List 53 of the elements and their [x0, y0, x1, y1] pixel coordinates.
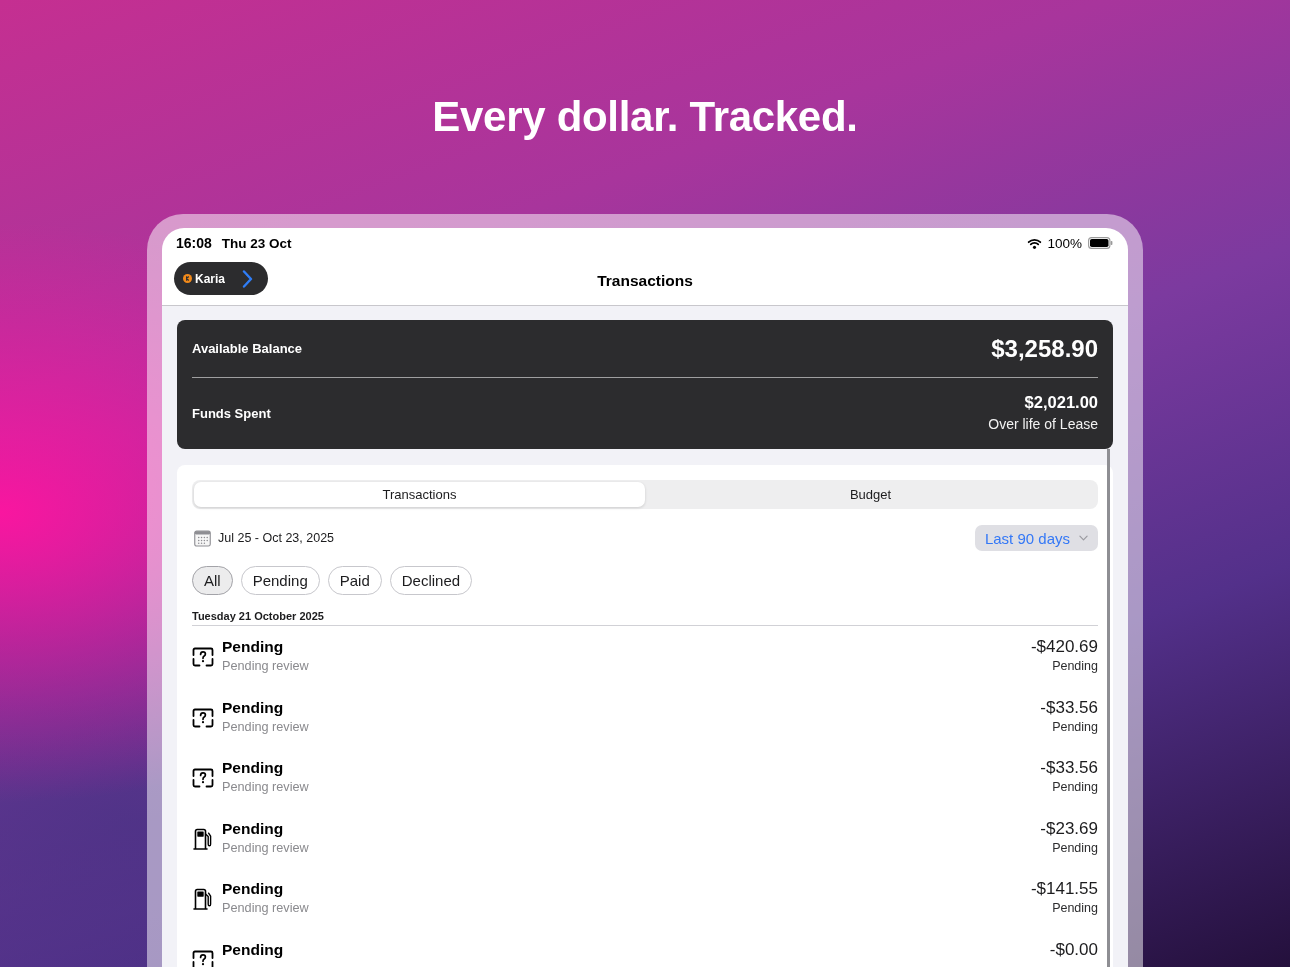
- transaction-title: Pending: [222, 939, 285, 959]
- fuel-pump-icon: [193, 888, 213, 910]
- transaction-status: Pending: [1052, 779, 1098, 796]
- logo-icon: [183, 274, 192, 283]
- battery-percent: 100%: [1047, 235, 1082, 251]
- balance-amount: $3,258.90: [991, 334, 1098, 363]
- question-box-icon: [192, 647, 214, 667]
- filter-chip[interactable]: All: [192, 566, 233, 595]
- status-time: 16:08: [176, 235, 212, 251]
- question-box-icon: [192, 707, 214, 728]
- transaction-amount: -$23.69: [1040, 818, 1098, 838]
- segment-tab[interactable]: Budget: [645, 482, 1096, 507]
- filter-chip[interactable]: Paid: [327, 566, 382, 595]
- transaction-amount: -$141.55: [1030, 879, 1098, 898]
- screen-title: Transactions: [597, 271, 693, 291]
- spent-note: Over life of Lease: [988, 414, 1098, 433]
- balance-label: Available Balance: [192, 341, 303, 356]
- transaction-amount: -$33.56: [1040, 697, 1098, 717]
- transaction-title: Pending: [222, 758, 285, 777]
- transaction-status: Pending: [1052, 839, 1098, 857]
- transaction-status: Pending: [1052, 658, 1098, 675]
- filter-chip[interactable]: Declined: [389, 566, 473, 595]
- headline: Every dollar. Tracked.: [432, 92, 858, 142]
- spent-amount: $2,021.00: [1024, 391, 1098, 412]
- transaction-subtitle: Pending review: [222, 900, 310, 917]
- transaction-subtitle: Pending review: [222, 779, 310, 796]
- account-button[interactable]: Karia: [174, 262, 269, 295]
- transaction-subtitle: Pending review: [222, 718, 310, 736]
- transaction-amount: -$33.56: [1040, 758, 1098, 777]
- question-box-icon: [192, 949, 214, 967]
- spent-label: Funds Spent: [192, 406, 271, 421]
- transaction-subtitle: Pending review: [222, 658, 310, 675]
- fuel-pump-icon: [193, 827, 213, 850]
- transaction-title: Pending: [222, 879, 285, 898]
- question-box-icon: [192, 768, 214, 788]
- wifi-icon: [1027, 237, 1043, 249]
- segment-tab[interactable]: Transactions: [194, 482, 645, 507]
- transaction-subtitle: Pending review: [222, 839, 310, 857]
- calendar-icon: [194, 529, 211, 547]
- transaction-title: Pending: [222, 697, 285, 717]
- status-date: Thu 23 Oct: [221, 235, 292, 251]
- transaction-status: Pending: [1052, 718, 1098, 736]
- transaction-title: Pending: [222, 818, 285, 838]
- section-header: Tuesday 21 October 2025: [192, 609, 1098, 626]
- chevron-down-icon: [1079, 535, 1088, 541]
- battery-icon: [1088, 237, 1113, 249]
- date-range-text: Jul 25 - Oct 23, 2025: [218, 531, 335, 545]
- filter-chip[interactable]: Pending: [240, 566, 320, 595]
- transaction-amount: -$420.69: [1030, 637, 1098, 656]
- transaction-title: Pending: [222, 637, 285, 656]
- chevron-right-icon: [242, 269, 254, 288]
- transaction-status: Pending: [1052, 900, 1098, 917]
- transaction-amount: -$0.00: [1049, 939, 1098, 959]
